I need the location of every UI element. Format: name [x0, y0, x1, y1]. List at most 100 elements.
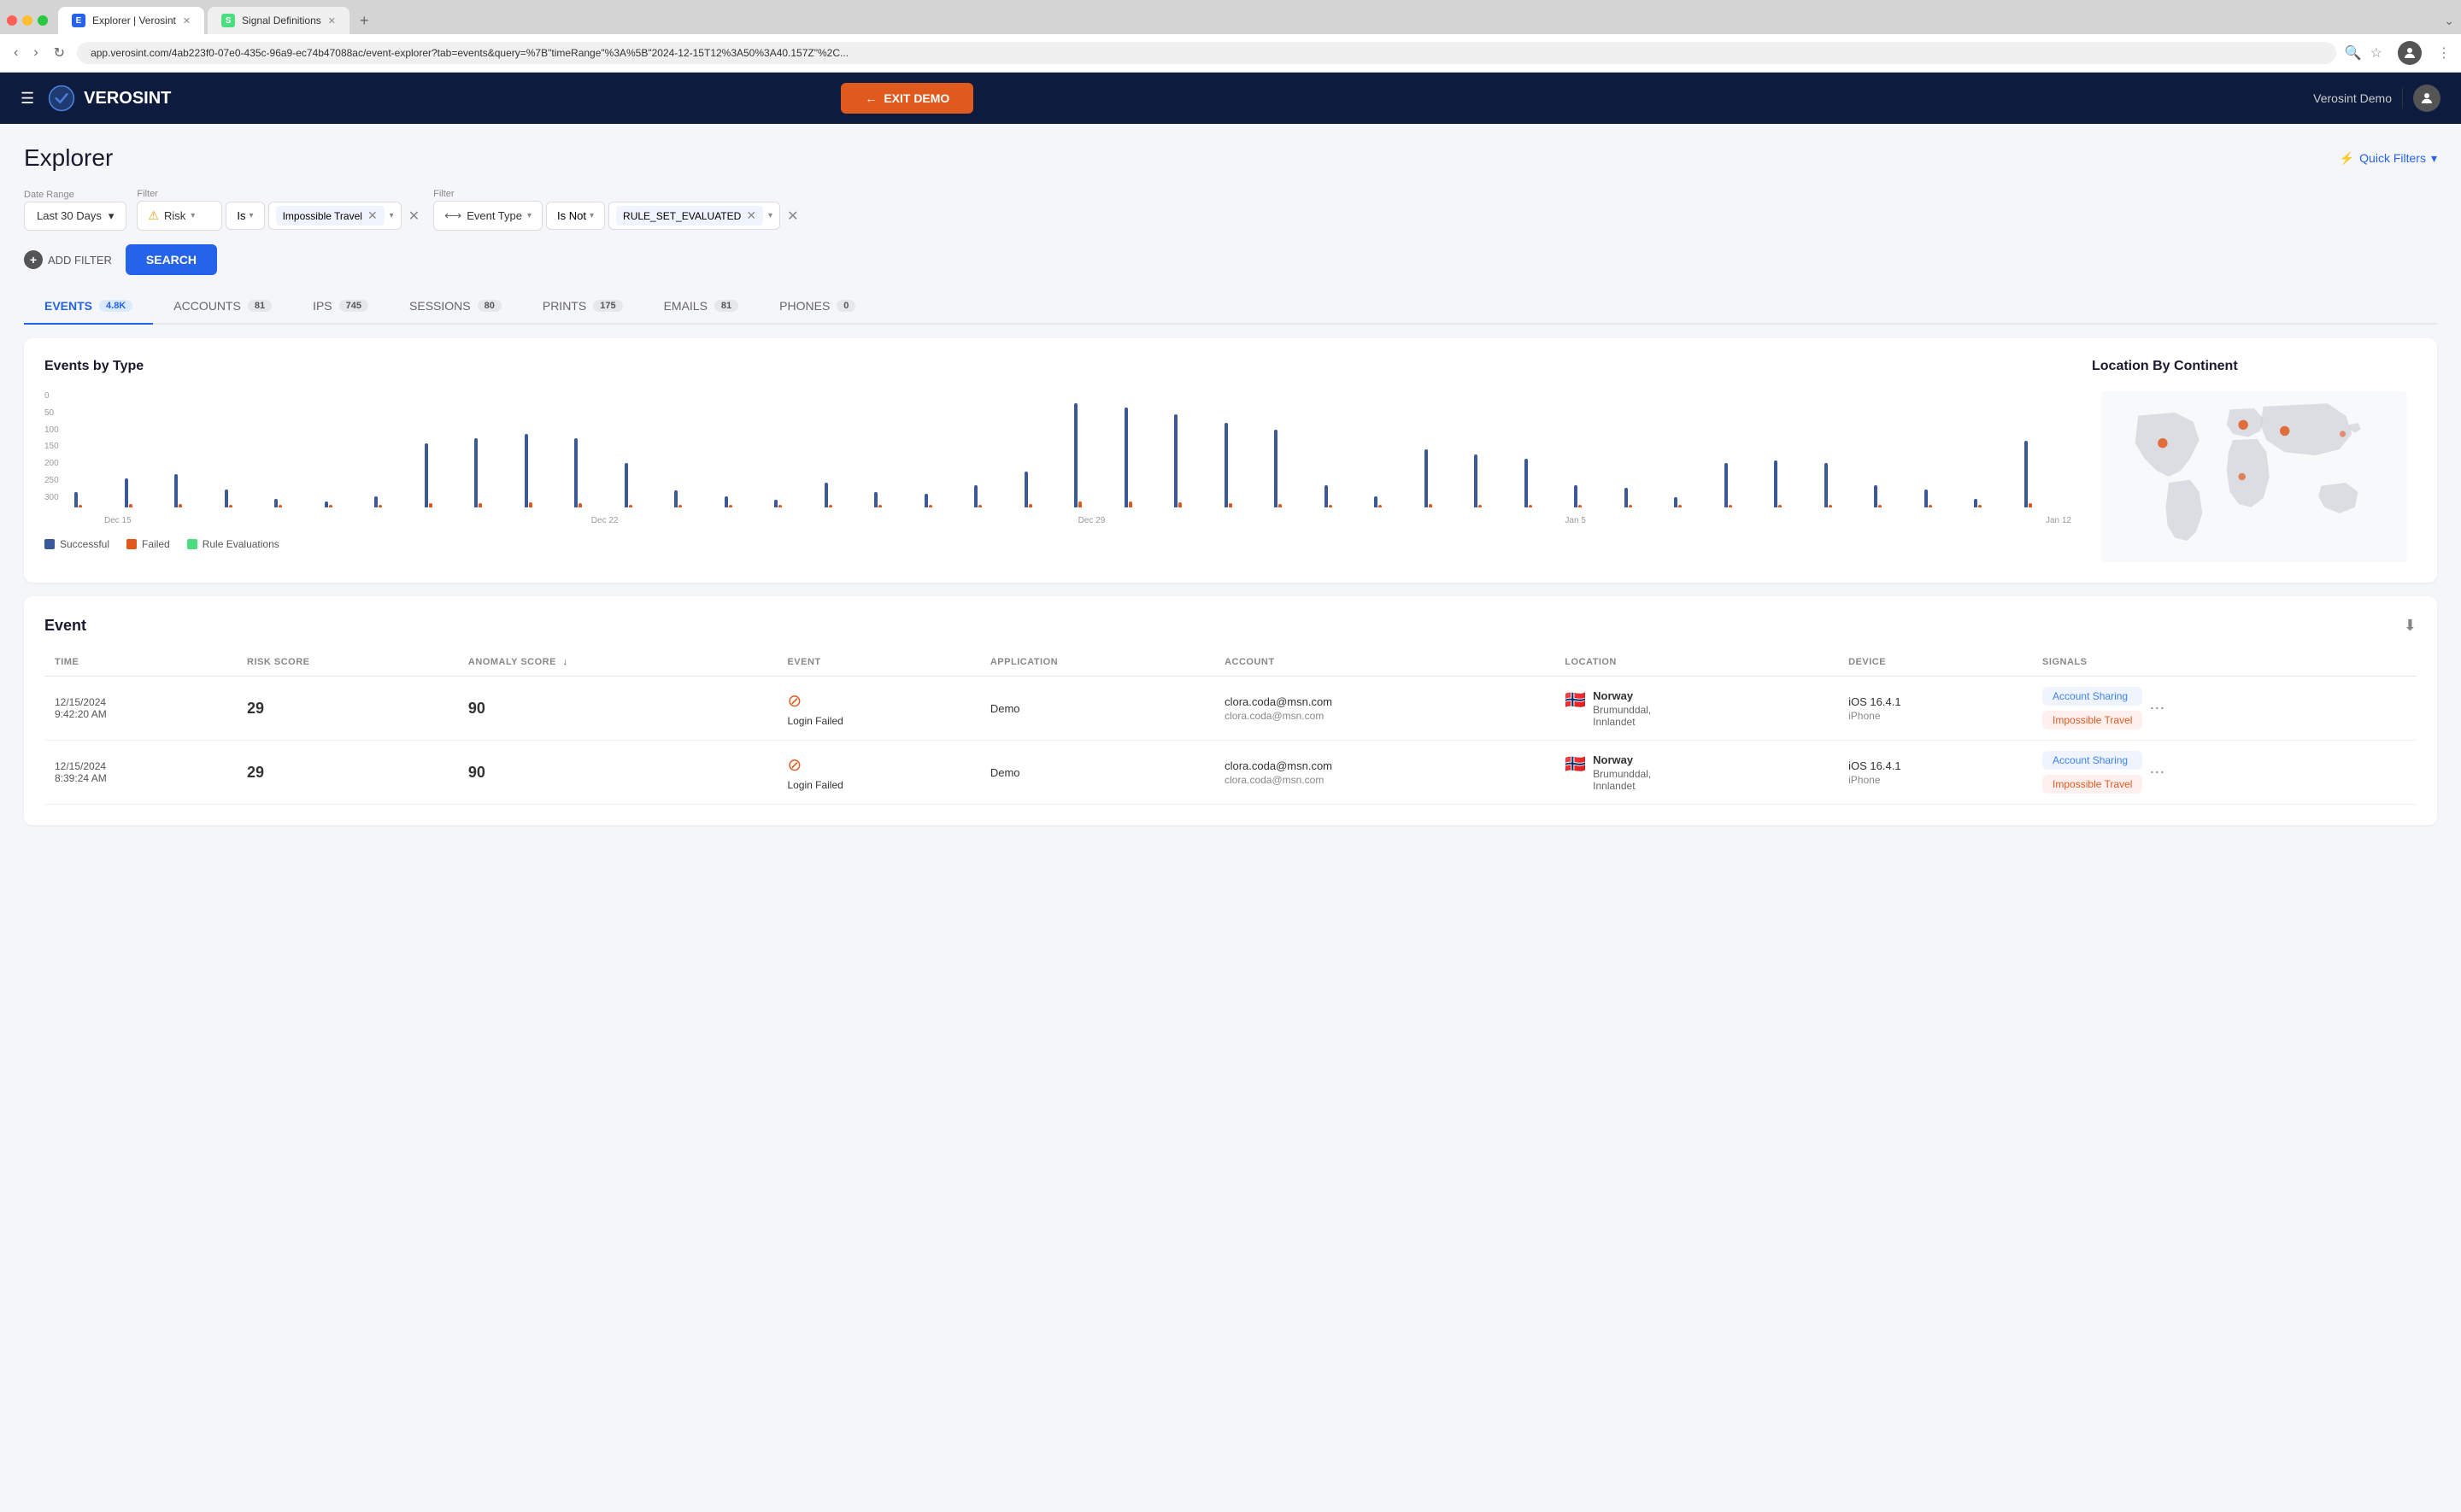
bar-group — [925, 494, 972, 507]
filter2-value: RULE_SET_EVALUATED ✕ ▾ — [608, 202, 780, 230]
plus-icon: + — [24, 250, 43, 269]
download-icon[interactable]: ⬇ — [2404, 617, 2417, 635]
bar-failed — [1378, 505, 1382, 507]
bar-group — [525, 434, 573, 507]
chevron-down-icon: ▾ — [590, 211, 594, 220]
signal-chip-impossible-travel: Impossible Travel — [2042, 711, 2142, 730]
bar-failed — [1878, 505, 1882, 507]
forward-button[interactable]: › — [30, 42, 41, 64]
add-filter-button[interactable]: + ADD FILTER — [24, 250, 112, 269]
tab-ips[interactable]: IPS745 — [292, 289, 389, 325]
chevron-down-icon: ▾ — [768, 211, 772, 220]
search-button[interactable]: SEARCH — [126, 244, 217, 275]
filter2-field-select[interactable]: ⟷ Event Type ▾ — [433, 201, 543, 231]
bar-success — [574, 438, 578, 507]
bar-failed — [929, 505, 932, 507]
legend-dot-failed — [126, 539, 137, 549]
col-anomaly-score: ANOMALY SCORE ↓ — [458, 648, 778, 677]
bar-failed — [1029, 504, 1032, 507]
tab-accounts[interactable]: ACCOUNTS81 — [153, 289, 292, 325]
more-actions-button[interactable]: ⋯ — [2149, 700, 2166, 718]
minimize-window-btn[interactable] — [22, 15, 32, 26]
bar-failed — [1478, 505, 1482, 507]
anomaly-score-cell: 90 — [458, 741, 778, 805]
tab-sessions[interactable]: SESSIONS80 — [389, 289, 522, 325]
bar-failed — [429, 503, 432, 507]
bar-failed — [1729, 505, 1732, 507]
close-tab-explorer[interactable]: ✕ — [183, 15, 191, 26]
filter1-operator[interactable]: Is ▾ — [226, 202, 264, 230]
browser-user-icon[interactable] — [2398, 41, 2422, 65]
date-range-button[interactable]: Last 30 Days ▾ — [24, 202, 126, 231]
tab-signal-defs-label: Signal Definitions — [242, 15, 321, 26]
bar-failed — [229, 505, 232, 507]
map-title: Location By Continent — [2092, 359, 2417, 374]
maximize-window-btn[interactable] — [38, 15, 48, 26]
device-cell: iOS 16.4.1iPhone — [1838, 677, 2032, 741]
bar-failed — [1229, 503, 1232, 507]
exit-demo-button[interactable]: ← EXIT DEMO — [841, 83, 973, 114]
tab-events[interactable]: EVENTS4.8K — [24, 289, 153, 325]
legend-dot-rule — [187, 539, 197, 549]
filter-icon: ⚡ — [2340, 151, 2354, 166]
col-location: LOCATION — [1554, 648, 1838, 677]
bar-success — [1424, 449, 1428, 507]
header-divider — [2402, 88, 2403, 108]
tab-signal-defs[interactable]: S Signal Definitions ✕ — [208, 7, 349, 34]
bar-group — [1974, 499, 2022, 507]
close-tab-signal-defs[interactable]: ✕ — [328, 15, 336, 26]
tab-overflow-button[interactable]: ⌄ — [2444, 14, 2454, 28]
quick-filters-button[interactable]: ⚡ Quick Filters ▾ — [2340, 151, 2437, 166]
tabs-row: EVENTS4.8KACCOUNTS81IPS745SESSIONS80PRIN… — [24, 289, 2437, 325]
application-cell: Demo — [980, 677, 1214, 741]
filter1-field-select[interactable]: ⚠ Risk ▾ — [137, 201, 222, 231]
sort-icon[interactable]: ↓ — [563, 657, 568, 667]
bar-success — [474, 438, 478, 507]
filter2-operator[interactable]: Is Not ▾ — [546, 202, 605, 230]
more-actions-button[interactable]: ⋯ — [2149, 764, 2166, 782]
search-icon[interactable]: 🔍 — [2345, 44, 2362, 62]
remove-filter1-button[interactable]: ✕ — [405, 204, 423, 228]
bar-success — [1074, 403, 1078, 507]
bar-group — [674, 490, 722, 507]
bar-failed — [1178, 502, 1182, 507]
device-cell: iOS 16.4.1iPhone — [1838, 741, 2032, 805]
browser-menu-icon[interactable]: ⋮ — [2437, 44, 2451, 62]
signal-chip-impossible-travel: Impossible Travel — [2042, 775, 2142, 794]
back-button[interactable]: ‹ — [10, 42, 21, 64]
bar-success — [1624, 488, 1628, 507]
bar-success — [1774, 460, 1777, 507]
bar-failed — [1129, 501, 1132, 507]
hamburger-menu[interactable]: ☰ — [21, 90, 34, 108]
date-range-filter: Date Range Last 30 Days ▾ — [24, 190, 126, 231]
url-input[interactable] — [77, 42, 2336, 64]
bar-success — [125, 478, 128, 507]
tab-emails[interactable]: EMAILS81 — [643, 289, 760, 325]
filter1-group: Filter ⚠ Risk ▾ Is ▾ Impossible Travel ✕… — [137, 189, 423, 231]
close-window-btn[interactable] — [7, 15, 17, 26]
reload-button[interactable]: ↻ — [50, 41, 68, 65]
remove-filter2-button[interactable]: ✕ — [784, 204, 802, 228]
remove-chip2[interactable]: ✕ — [746, 208, 756, 223]
tab-phones[interactable]: PHONES0 — [759, 289, 876, 325]
remove-chip1[interactable]: ✕ — [367, 208, 378, 223]
tab-prints[interactable]: PRINTS175 — [522, 289, 643, 325]
login-failed-icon: ⊘ — [787, 690, 802, 712]
tab-explorer[interactable]: E Explorer | Verosint ✕ — [58, 7, 204, 34]
filters-row: Date Range Last 30 Days ▾ Filter ⚠ Risk … — [24, 189, 2437, 231]
bar-group — [574, 438, 622, 507]
arrow-left-icon: ← — [865, 91, 877, 105]
user-avatar[interactable] — [2413, 85, 2440, 112]
bar-success — [2024, 441, 2028, 507]
bookmark-icon[interactable]: ☆ — [2370, 44, 2382, 62]
tab-explorer-label: Explorer | Verosint — [92, 15, 176, 26]
bar-group — [625, 463, 673, 507]
new-tab-button[interactable]: + — [353, 9, 376, 33]
app-name: VEROSINT — [84, 89, 171, 108]
x-axis-labels: Dec 15Dec 22Dec 29Jan 5Jan 12 — [104, 516, 2071, 525]
bar-group — [725, 496, 772, 507]
bar-group — [1174, 414, 1222, 507]
bar-group — [1874, 485, 1922, 507]
bar-group — [1774, 460, 1822, 507]
bar-group — [1524, 459, 1572, 507]
